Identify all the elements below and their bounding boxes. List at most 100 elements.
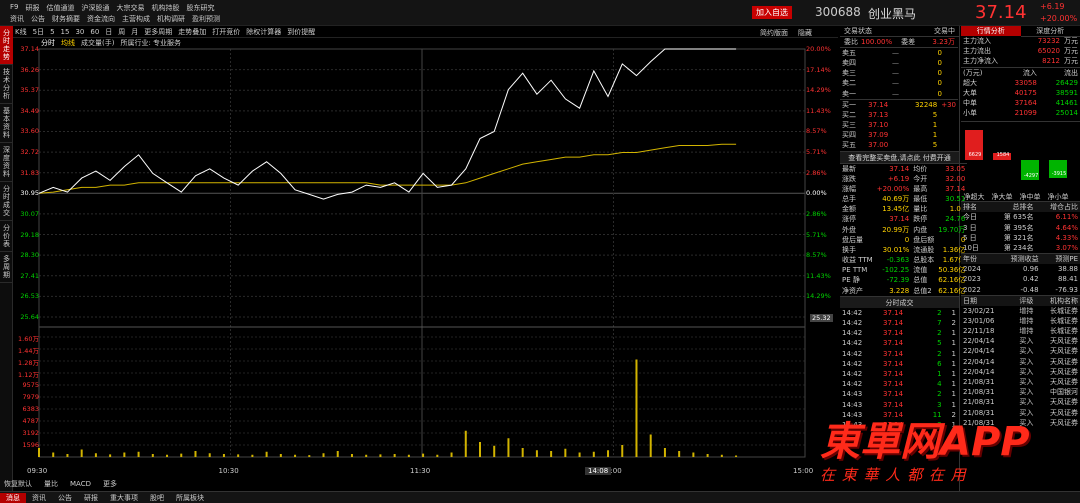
order-book-column: 交易状态 交易中 委比 100.00% 委差 3.23万 卖五 —0 卖四 —0 卖三 —0 卖二 —0 卖… bbox=[840, 26, 968, 491]
menu-item[interactable]: 主营构成 bbox=[122, 14, 150, 24]
left-tab[interactable]: 基本资料 bbox=[0, 104, 13, 143]
book-row[interactable]: 卖四 — 0 bbox=[840, 58, 958, 68]
full-quote-link[interactable]: 查看完整买卖盘,请点此 付费开通 bbox=[840, 150, 959, 163]
time-axis-label: 11:30 bbox=[410, 467, 431, 475]
trades-title[interactable]: 分时成交 bbox=[840, 295, 959, 308]
menu-item[interactable]: 机构持股 bbox=[151, 3, 179, 13]
book-volume: 1 bbox=[932, 131, 938, 140]
menu-item[interactable]: 估值通道 bbox=[46, 3, 74, 13]
footer-tab[interactable]: 股吧 bbox=[144, 493, 170, 503]
menu-item[interactable]: 沪深股通 bbox=[81, 3, 109, 13]
toolbar-item[interactable]: 15 bbox=[61, 28, 70, 36]
book-row[interactable]: 买四 37.09 1 bbox=[840, 130, 958, 140]
book-price: 37.00 bbox=[868, 141, 889, 150]
stats-row: 换手 30.01% 流通股 1.36亿 bbox=[840, 245, 967, 255]
toolbar-item[interactable]: 日 bbox=[105, 27, 112, 37]
menu-item[interactable]: 股东研究 bbox=[186, 3, 214, 13]
volume-bar bbox=[592, 451, 595, 457]
toolbar-item[interactable]: 走势叠加 bbox=[178, 27, 206, 37]
book-row[interactable]: 卖五 — 0 bbox=[840, 48, 958, 59]
time-axis-label: 15:00 bbox=[793, 467, 814, 475]
footer-tab[interactable]: 研报 bbox=[78, 493, 104, 503]
toolbar-item[interactable]: 60 bbox=[90, 28, 99, 36]
book-price: — bbox=[891, 59, 899, 68]
book-row[interactable]: 卖三 — 0 bbox=[840, 68, 958, 78]
footer-tab[interactable]: 重大事项 bbox=[104, 493, 144, 503]
book-volume: 0 bbox=[937, 59, 942, 68]
book-row[interactable]: 卖一 — 0 bbox=[840, 89, 958, 99]
indicator-tab[interactable]: MACD bbox=[70, 480, 91, 488]
menu-item[interactable]: 公告 bbox=[31, 14, 45, 24]
stat-value: 0 bbox=[904, 235, 910, 244]
flow-detail-row: 超大 33058 26429 bbox=[961, 78, 1080, 88]
trade-row: 14:42 37.14 4 1 bbox=[840, 379, 958, 389]
toolbar-right-item[interactable]: 简约版面 bbox=[760, 28, 788, 38]
left-tab[interactable]: 多周期 bbox=[0, 252, 13, 283]
book-row[interactable]: 买一 37.14 32248 +30 bbox=[840, 99, 958, 110]
trade-count: 1 bbox=[951, 308, 956, 317]
analysis-tab[interactable]: 行情分析 bbox=[961, 26, 1021, 36]
head-cell: 增仓占比 bbox=[1050, 203, 1078, 212]
menu-item[interactable]: 机构调研 bbox=[157, 14, 185, 24]
indicator-tab[interactable]: 恢复默认 bbox=[4, 479, 32, 489]
footer-tab[interactable]: 所属板块 bbox=[170, 493, 210, 503]
indicator-tab[interactable]: 更多 bbox=[103, 479, 117, 489]
cell: 买入 bbox=[1019, 408, 1034, 417]
trade-price: 37.14 bbox=[882, 319, 904, 328]
menu-item[interactable]: 资金流向 bbox=[87, 14, 115, 24]
toolbar-item[interactable]: 30 bbox=[75, 28, 84, 36]
left-tab[interactable]: 技术分析 bbox=[0, 65, 13, 104]
price-axis-label: 36.26 bbox=[20, 65, 39, 74]
net-flow-label: 净超大 bbox=[963, 193, 985, 202]
book-row[interactable]: 买五 37.00 5 bbox=[840, 140, 958, 150]
stat-label: 盘后量 bbox=[842, 235, 863, 244]
volume-bar bbox=[237, 454, 240, 457]
cell: 3.07% bbox=[1055, 243, 1078, 252]
toolbar-item[interactable]: 5日 bbox=[33, 27, 44, 37]
menu-item[interactable]: F9 bbox=[10, 3, 18, 13]
toolbar-item[interactable]: 除权计算器 bbox=[246, 27, 281, 37]
flow-label: 主力流出 bbox=[963, 47, 991, 56]
intraday-chart[interactable] bbox=[13, 47, 838, 467]
analysis-tab[interactable]: 深度分析 bbox=[1020, 26, 1080, 37]
toolbar-item[interactable]: 更多周期 bbox=[144, 27, 172, 37]
menu-item[interactable]: 资讯 bbox=[10, 14, 24, 24]
book-row[interactable]: 买二 37.13 5 bbox=[840, 110, 958, 120]
menu-item[interactable]: 财务摘要 bbox=[52, 14, 80, 24]
trade-row: 14:43 37.14 3 1 bbox=[840, 420, 958, 430]
toolbar-right-item[interactable]: 隐藏 bbox=[798, 28, 812, 38]
stat-value: 37.14 bbox=[889, 164, 910, 173]
toolbar-item[interactable]: 5 bbox=[50, 28, 54, 36]
left-tab[interactable]: 分价表 bbox=[0, 221, 13, 252]
footer-tab[interactable]: 消息 bbox=[0, 492, 26, 503]
indicator-tab[interactable]: 量比 bbox=[44, 479, 58, 489]
chart-area[interactable] bbox=[13, 47, 838, 467]
toolbar-item[interactable]: 周 bbox=[118, 27, 125, 37]
footer-tab[interactable]: 资讯 bbox=[26, 493, 52, 503]
cell: 第 234名 bbox=[1003, 243, 1034, 252]
left-tab[interactable]: 深度资料 bbox=[0, 143, 13, 182]
menu-item[interactable]: 大宗交易 bbox=[116, 3, 144, 13]
book-level: 买四 bbox=[842, 131, 856, 140]
status-label: 交易中 bbox=[934, 27, 955, 35]
menu-item[interactable]: 研报 bbox=[25, 3, 39, 13]
book-row[interactable]: 卖二 — 0 bbox=[840, 78, 958, 88]
trade-time: 14:42 bbox=[842, 349, 863, 358]
book-row[interactable]: 买三 37.10 1 bbox=[840, 120, 958, 130]
left-tab[interactable]: 分时成交 bbox=[0, 182, 13, 221]
stats-row: PE TTM -102.25 流值 50.36亿 bbox=[840, 265, 967, 275]
toolbar-item[interactable]: 打开竞价 bbox=[212, 27, 240, 37]
book-volume: 1 bbox=[932, 121, 938, 130]
add-watchlist-button[interactable]: 加入自选 bbox=[752, 6, 792, 19]
footer-tab[interactable]: 公告 bbox=[52, 493, 78, 503]
trade-volume: 5 bbox=[937, 339, 942, 348]
toolbar-item[interactable]: K线 bbox=[15, 27, 27, 37]
toolbar-item[interactable]: 月 bbox=[131, 27, 138, 37]
trade-count: 1 bbox=[951, 369, 956, 378]
pct-axis-label: 5.71% bbox=[806, 148, 827, 157]
toolbar-item[interactable]: 到价提醒 bbox=[287, 27, 315, 37]
net-flow-value: 1584 bbox=[996, 152, 1010, 159]
left-tab[interactable]: 分时走势 bbox=[0, 26, 13, 65]
book-delta bbox=[939, 120, 958, 130]
menu-item[interactable]: 盈利预测 bbox=[192, 14, 220, 24]
